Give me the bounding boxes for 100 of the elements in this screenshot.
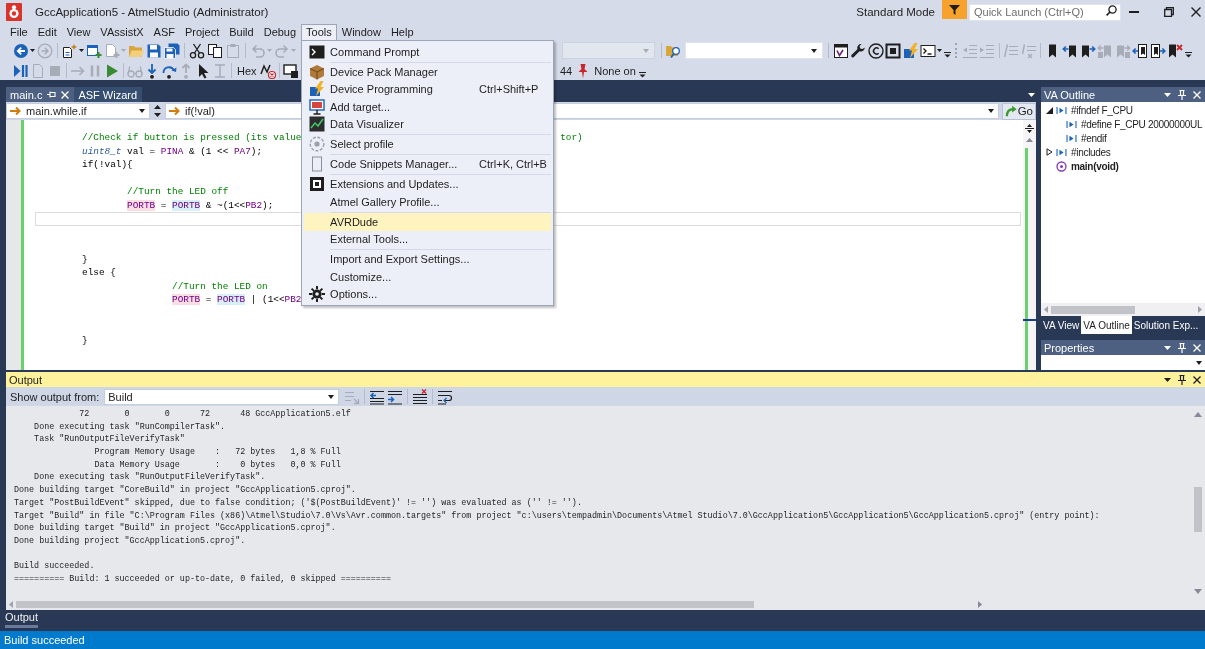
output-line: Task "RunOutputFileVerifyTask" <box>34 434 185 445</box>
code-line: //Turn the LED off <box>127 186 229 197</box>
menu-item[interactable]: View <box>61 24 96 40</box>
menu-item[interactable]: ASF <box>148 24 180 40</box>
menu-item[interactable]: Extensions and Updates... <box>304 175 552 193</box>
dropdown-caret-icon[interactable] <box>1164 345 1171 350</box>
menu-item[interactable]: Select profile <box>304 135 552 153</box>
code-line: uint8_t val = PINA & (1 << PA7); <box>82 145 263 157</box>
outline-item[interactable]: main(void) <box>1071 160 1119 172</box>
horizontal-scrollbar[interactable] <box>1041 303 1205 316</box>
panel-tab[interactable]: Output <box>5 610 39 628</box>
app-window-icon[interactable] <box>832 42 849 59</box>
filter-icon[interactable] <box>942 0 967 19</box>
quick-launch-field[interactable]: Quick Launch (Ctrl+Q) <box>969 3 1121 21</box>
toolbar-text-button[interactable]: Hex <box>235 64 259 77</box>
caret-icon[interactable] <box>1196 360 1202 365</box>
code-line: //Turn the LED on <box>172 280 268 292</box>
dropdown-caret-icon[interactable] <box>1164 377 1171 382</box>
play-icon[interactable] <box>104 62 120 79</box>
menu-item[interactable]: Edit <box>32 24 62 40</box>
search-icon[interactable] <box>1106 5 1117 16</box>
outline-item[interactable]: #endif <box>1081 132 1107 144</box>
vertical-scrollbar[interactable] <box>1023 120 1036 370</box>
caret-icon[interactable] <box>79 49 84 52</box>
scroll-up-arrow-icon[interactable] <box>1193 412 1202 417</box>
scroll-down-arrow-icon[interactable] <box>1193 589 1202 594</box>
monitor-icon[interactable] <box>282 62 299 79</box>
clear-bookmarks-icon[interactable] <box>1167 42 1183 59</box>
expander-icon[interactable] <box>1045 148 1053 156</box>
panel-tab[interactable]: Solution Exp... <box>1131 316 1201 334</box>
menu-item[interactable]: Device Pack Manager <box>304 63 552 81</box>
function-icon <box>1056 160 1067 172</box>
caret-icon[interactable] <box>139 109 145 113</box>
scissors-icon[interactable] <box>189 42 205 59</box>
outline-item[interactable]: #ifndef F_CPU <box>1071 104 1133 116</box>
menu-item[interactable]: Code Snippets Manager... Ctrl+K, Ctrl+B <box>304 155 552 173</box>
clear-all-icon[interactable] <box>412 388 429 405</box>
hex-display-icon[interactable] <box>259 62 276 79</box>
editor-tab[interactable]: ASF Wizard <box>74 87 143 102</box>
floppy-disks-icon[interactable] <box>164 42 180 59</box>
dropdown-caret-icon[interactable] <box>1164 92 1171 97</box>
shortcut-label: Ctrl+K, Ctrl+B <box>479 158 547 171</box>
menu-item[interactable]: Customize... <box>304 268 552 286</box>
menu-item[interactable]: Import and Export Settings... <box>304 250 552 268</box>
pin-icon[interactable] <box>1178 374 1186 385</box>
menu-item[interactable]: Help <box>385 24 419 40</box>
menu-item[interactable]: Build <box>224 24 259 40</box>
menu-item[interactable]: Command Prompt <box>304 43 552 61</box>
new-project-icon[interactable] <box>62 42 78 59</box>
previous-message-icon[interactable] <box>369 388 386 405</box>
scroll-up-arrow-icon[interactable] <box>1026 138 1033 142</box>
scope-dropdown[interactable]: main.while.if <box>6 103 150 119</box>
circled-letter-icon[interactable] <box>867 42 884 59</box>
caret-icon[interactable] <box>987 109 994 113</box>
menu-item[interactable]: Options... <box>304 285 552 303</box>
previous-document-bookmark-icon[interactable] <box>1132 42 1148 59</box>
code-line: if(!val){ <box>82 159 133 170</box>
outline-item[interactable]: #includes <box>1071 146 1111 158</box>
close-icon[interactable] <box>1191 7 1201 17</box>
caret-icon[interactable] <box>810 48 817 53</box>
terminal-icon[interactable] <box>920 42 936 59</box>
copy-icon[interactable] <box>207 42 223 59</box>
menu-item[interactable]: External Tools... <box>304 230 552 248</box>
scroll-right-arrow-icon[interactable] <box>977 600 982 608</box>
chip-frame-icon[interactable] <box>885 42 901 59</box>
scrollbar-thumb[interactable] <box>16 600 754 608</box>
menu-item[interactable]: VAssistX <box>95 24 149 40</box>
word-wrap-icon[interactable] <box>437 388 454 405</box>
scrollbar-thumb[interactable] <box>1193 487 1202 532</box>
menu-item[interactable]: Atmel Gallery Profile... <box>304 193 552 211</box>
wrench-icon[interactable] <box>850 42 866 59</box>
panel-tab[interactable]: VA Outline <box>1081 316 1132 334</box>
add-item-icon[interactable] <box>86 42 102 59</box>
spinner-arrows-icon[interactable] <box>153 104 162 118</box>
lightning-chip-icon[interactable] <box>902 42 919 59</box>
menu-item[interactable]: Device Programming Ctrl+Shift+P <box>304 80 552 98</box>
restore-icon[interactable] <box>1164 7 1174 17</box>
output-line: Target "Build" in file "C:\Program Files (x86)\Atmel\Studio\7.0\Vs\Avr.common.targets" from project "c:\users\tempadmin\Documents\Atmel Studio\7.0\GccApplication5\GccApplication5\GccApplication5.cproj" (entry point): <box>14 510 1100 521</box>
start-debugging-icon[interactable] <box>13 62 29 79</box>
menu-item[interactable]: Debug <box>258 24 302 40</box>
caret-icon[interactable] <box>937 49 942 52</box>
outline-item[interactable]: #define F_CPU 20000000UL <box>1081 118 1203 130</box>
menu-item[interactable]: Project <box>179 24 225 40</box>
split-handle-icon[interactable] <box>1025 124 1034 133</box>
go-button[interactable]: Go <box>1001 102 1036 120</box>
gear-icon <box>309 286 326 303</box>
scrollbar-thumb[interactable] <box>1051 305 1135 314</box>
output-source-dropdown[interactable]: Build <box>104 388 340 405</box>
menu-item[interactable]: Tools <box>301 24 337 40</box>
caret-icon[interactable] <box>328 394 335 399</box>
panel-tab[interactable]: VA View <box>1041 316 1082 334</box>
tab-list-caret-icon[interactable] <box>1028 92 1035 97</box>
next-document-bookmark-icon[interactable] <box>1149 42 1166 59</box>
menu-item[interactable]: Window <box>336 24 386 40</box>
caret-icon[interactable] <box>30 49 35 52</box>
next-message-icon[interactable] <box>387 388 404 405</box>
menu-item[interactable]: File <box>5 24 33 40</box>
expander-icon[interactable] <box>1045 106 1053 114</box>
close-icon[interactable] <box>1193 375 1201 384</box>
menu-item[interactable]: AVRDude <box>304 213 552 231</box>
